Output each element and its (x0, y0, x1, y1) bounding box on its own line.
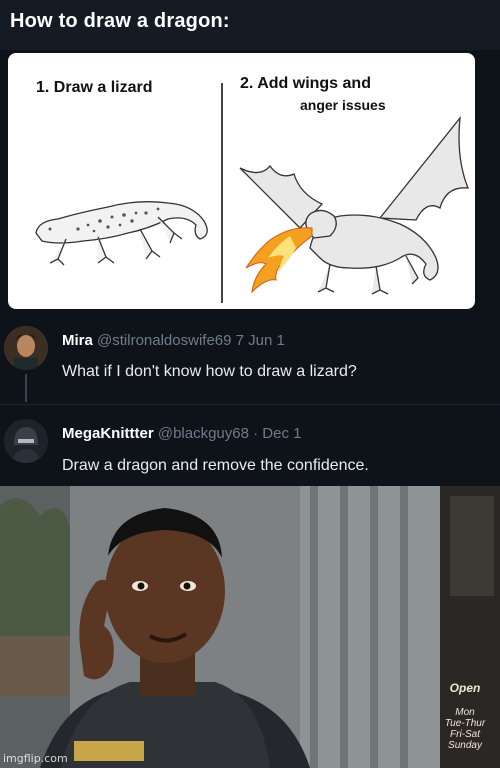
tweet-text: Draw a dragon and remove the confidence. (62, 457, 369, 474)
tweet-date: · Dec 1 (253, 425, 302, 442)
lizard-illustration (35, 201, 208, 266)
card-divider (221, 83, 223, 303)
thread-line (25, 374, 27, 402)
avatar[interactable] (4, 326, 48, 370)
tweet-item[interactable]: Mira @stilronaldoswife69 7 Jun 1 What if… (0, 318, 500, 402)
watermark: imgflip.com (3, 752, 68, 765)
dragon-illustration (239, 115, 469, 295)
tweet-meta: MegaKnittter @blackguy68 · Dec 1 (62, 425, 302, 442)
step2-title: 2. Add wings and (240, 75, 371, 92)
author-handle[interactable]: @blackguy68 (158, 425, 249, 442)
tweet-text: What if I don't know how to draw a lizar… (62, 363, 357, 380)
author-handle[interactable]: @stilronaldoswife69 (97, 332, 231, 349)
avatar[interactable] (4, 419, 48, 463)
sign-open: Open (449, 681, 481, 695)
avatar-image (4, 326, 48, 370)
tweet-date: 7 Jun 1 (235, 332, 285, 349)
post-title: How to draw a dragon: (10, 10, 230, 32)
drawing-card: 1. Draw a lizard 2. Add wings and anger … (8, 53, 475, 309)
avatar-image (4, 419, 48, 463)
author-name[interactable]: Mira (62, 332, 93, 349)
tweet-meta: Mira @stilronaldoswife69 7 Jun 1 (62, 332, 285, 349)
post-header: How to draw a dragon: (0, 0, 500, 50)
tweet-item[interactable]: MegaKnittter @blackguy68 · Dec 1 Draw a … (0, 404, 500, 485)
step1-label: 1. Draw a lizard (36, 79, 153, 96)
photo-illustration (0, 486, 500, 768)
sign-hours: Mon Tue-Thur Fri-Sat Sunday (444, 707, 486, 751)
shop-sign: Open Mon Tue-Thur Fri-Sat Sunday (442, 672, 488, 751)
author-name[interactable]: MegaKnittter (62, 425, 154, 442)
meme-photo: Open Mon Tue-Thur Fri-Sat Sunday imgflip… (0, 486, 500, 768)
